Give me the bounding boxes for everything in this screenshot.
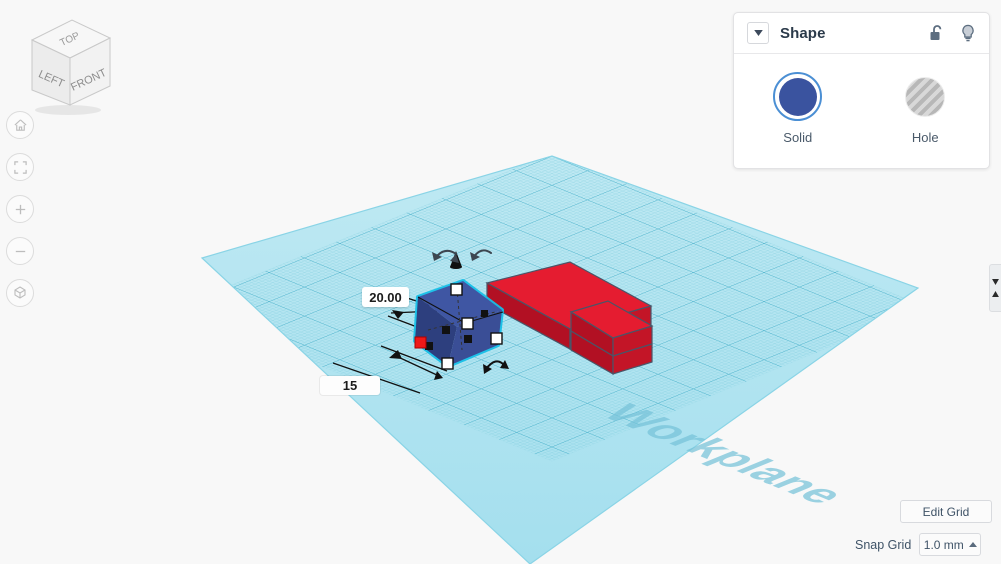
zoom-in-button[interactable] xyxy=(6,195,34,223)
shape-option-hole[interactable]: Hole xyxy=(862,72,990,145)
shape-type-options: Solid Hole xyxy=(734,54,989,145)
handle-origin-red xyxy=(414,336,427,349)
home-icon xyxy=(13,118,27,131)
fit-frame-icon xyxy=(13,160,27,174)
handle-edge-left xyxy=(442,326,450,334)
plus-icon xyxy=(15,204,25,214)
snap-grid-value: 1.0 mm xyxy=(923,537,964,552)
chevron-down-icon xyxy=(753,30,763,36)
handle-edge-mid xyxy=(464,335,472,343)
cube-projection-icon xyxy=(14,286,26,299)
handle-top-center xyxy=(450,283,463,296)
shape-option-solid-label: Solid xyxy=(783,130,813,145)
snap-grid-select[interactable]: 1.0 mm xyxy=(919,533,982,556)
shape-option-hole-label: Hole xyxy=(911,130,939,145)
zoom-out-button[interactable] xyxy=(6,237,34,265)
width-dimension-input[interactable]: 15 xyxy=(320,376,380,395)
edit-grid-button[interactable]: Edit Grid xyxy=(900,500,992,523)
handle-edge-back xyxy=(481,310,488,317)
caret-up-icon xyxy=(968,542,977,547)
shape-panel-title: Shape xyxy=(780,24,826,42)
view-cube[interactable]: TOP LEFT FRONT xyxy=(10,8,120,118)
handle-center xyxy=(461,317,474,330)
caret-up-icon xyxy=(992,291,999,297)
handle-bottom-corner xyxy=(441,357,454,370)
lightbulb-icon[interactable] xyxy=(960,24,976,43)
shape-inspector-panel: Shape Solid Hole xyxy=(733,12,990,169)
shape-panel-collapse-button[interactable] xyxy=(747,22,769,44)
shape-panel-header: Shape xyxy=(734,13,989,54)
unlocked-padlock-icon[interactable] xyxy=(929,24,945,42)
snap-grid-label: Snap Grid xyxy=(855,537,912,552)
height-cone-base xyxy=(450,265,462,269)
hatched-circle-icon xyxy=(901,72,950,121)
home-view-button[interactable] xyxy=(6,111,34,139)
fit-to-view-button[interactable] xyxy=(6,153,34,181)
projection-toggle-button[interactable] xyxy=(6,279,34,307)
snap-grid-control: Snap Grid 1.0 mm xyxy=(855,533,982,556)
handle-right-corner xyxy=(490,332,503,345)
depth-dimension-label[interactable]: 20.00 xyxy=(362,287,409,307)
minus-icon xyxy=(15,250,25,252)
tinkercad-editor-window: Workplane 20.00 15 TOP LEFT FRONT Shape … xyxy=(0,0,1001,564)
solid-circle-icon xyxy=(773,72,823,121)
caret-down-icon xyxy=(992,279,999,285)
shape-option-solid[interactable]: Solid xyxy=(734,72,862,145)
collapsed-side-panel[interactable] xyxy=(989,264,1001,312)
